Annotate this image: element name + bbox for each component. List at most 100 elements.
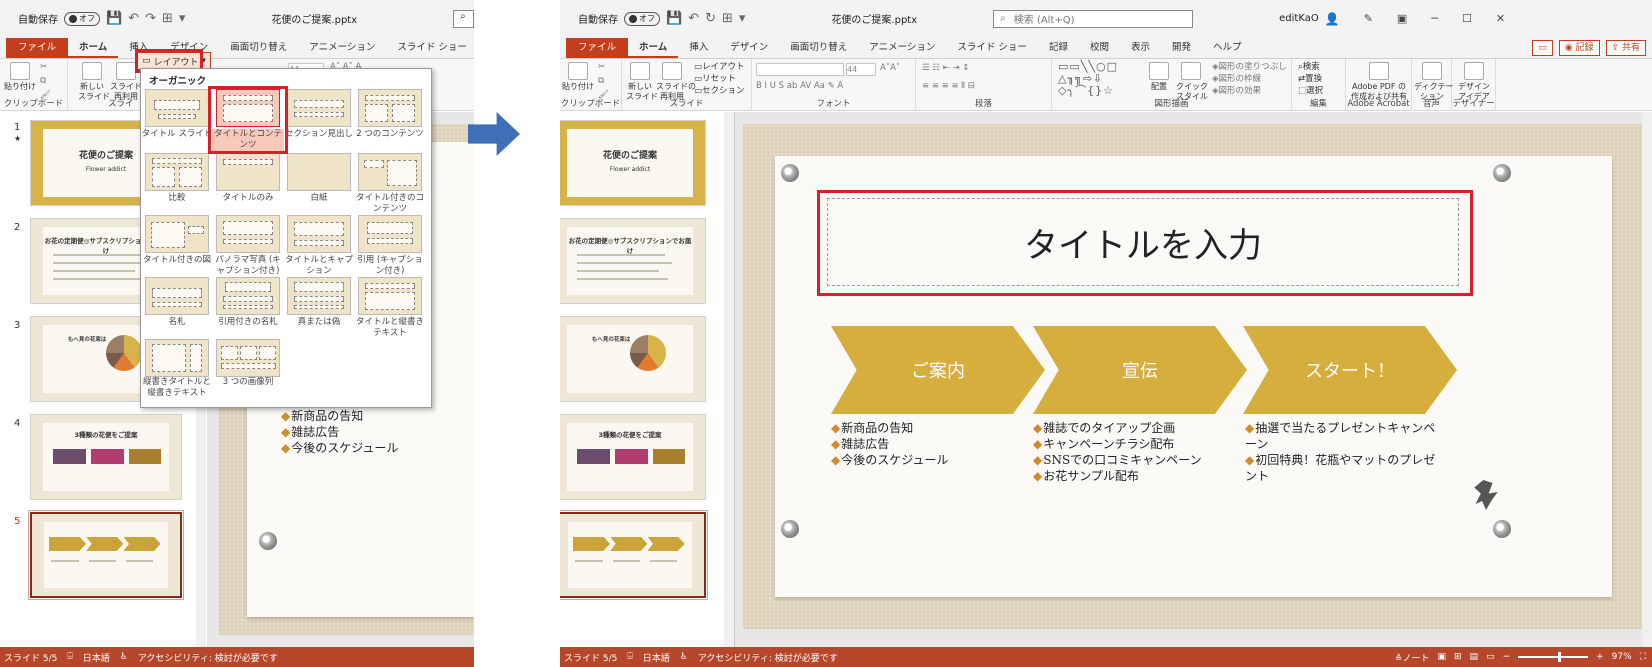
ribbon-display-icon[interactable]: ▣ bbox=[1397, 12, 1407, 25]
present-icon[interactable]: ⊞ bbox=[722, 11, 733, 26]
create-pdf-button[interactable]: Adobe PDF の 作成および共有 bbox=[1348, 62, 1410, 102]
paste-button[interactable]: 貼り付け bbox=[562, 62, 594, 92]
tab-animations[interactable]: アニメーション bbox=[858, 38, 946, 58]
tab-transitions[interactable]: 画面切り替え bbox=[779, 38, 858, 58]
present-icon[interactable]: ⊞ bbox=[162, 11, 173, 26]
layout-title-slide[interactable] bbox=[145, 89, 209, 127]
zoom-level[interactable]: 97% bbox=[1612, 652, 1632, 662]
notes-button[interactable]: ≙ノート bbox=[1395, 651, 1430, 664]
new-slide-button[interactable]: 新しい スライド bbox=[78, 62, 110, 102]
replace-button[interactable]: ⇄置換 bbox=[1298, 73, 1322, 85]
chevron-arrow-2[interactable]: 宣伝 bbox=[1033, 326, 1247, 414]
shape-fill-button[interactable]: ◈図形の塗りつぶし bbox=[1212, 61, 1287, 73]
shapes-gallery[interactable]: ▭▭╲╲○□ △╖╗⇨⇩ ◇╮⌒{}☆ bbox=[1058, 61, 1118, 97]
tab-slideshow[interactable]: スライド ショー bbox=[946, 38, 1038, 58]
quick-styles-button[interactable]: クイック スタイル bbox=[1176, 62, 1208, 102]
copy-icon[interactable]: ⧉ bbox=[40, 75, 46, 87]
tab-design[interactable]: デザイン bbox=[719, 38, 779, 58]
tab-review[interactable]: 校閲 bbox=[1079, 38, 1120, 58]
zoom-out-icon[interactable]: − bbox=[1503, 652, 1511, 662]
bullet-list-1[interactable]: 新商品の告知雑誌広告今後のスケジュール bbox=[831, 420, 948, 468]
save-icon[interactable]: 💾 bbox=[106, 11, 122, 26]
bullet-list-3[interactable]: 抽選で当たるプレゼントキャンペーン初回特典！花瓶やマットのプレゼント bbox=[1245, 420, 1445, 484]
font-format-icons[interactable]: B I U S ab AV Aa ✎ A bbox=[756, 80, 843, 92]
autosave-toggle[interactable]: オフ bbox=[624, 11, 660, 26]
grow-font-icon[interactable]: A˄A˅ bbox=[880, 62, 900, 74]
layout-comparison[interactable] bbox=[145, 153, 209, 191]
layout-quote-with-caption[interactable] bbox=[358, 215, 422, 253]
slide-thumbnail-2[interactable]: お花の定期便◎サブスクリプションでお届け bbox=[560, 218, 706, 304]
reading-view-icon[interactable]: ▤ bbox=[1470, 652, 1479, 662]
copy-icon[interactable]: ⧉ bbox=[598, 75, 604, 87]
spellcheck-icon[interactable]: ⌹ bbox=[67, 652, 72, 662]
slide-thumbnail-4[interactable]: 3種類の花便をご提案 bbox=[560, 414, 706, 500]
slide-sorter-icon[interactable]: ⊞ bbox=[1454, 652, 1462, 662]
chevron-arrow-1[interactable]: ご案内 bbox=[831, 326, 1045, 414]
zoom-in-icon[interactable]: + bbox=[1596, 652, 1604, 662]
canvas-scrollbar[interactable] bbox=[1642, 112, 1652, 647]
language-indicator[interactable]: 日本語 bbox=[83, 651, 110, 664]
zoom-slider[interactable] bbox=[1518, 652, 1589, 662]
find-button[interactable]: ⌕検索 bbox=[1298, 61, 1320, 73]
layout-three-picture-columns[interactable] bbox=[216, 339, 280, 377]
tab-slideshow[interactable]: スライド ショー bbox=[386, 38, 474, 58]
layout-picture-with-caption[interactable] bbox=[145, 215, 209, 253]
tab-help[interactable]: ヘルプ bbox=[1202, 38, 1253, 58]
layout-panoramic-picture[interactable] bbox=[216, 215, 280, 253]
align-icons[interactable]: ≡ ≡ ≡ ≡ ⫴ ⊟ bbox=[922, 80, 975, 92]
normal-view-icon[interactable]: ▣ bbox=[1437, 652, 1446, 662]
autosave-toggle[interactable]: オフ bbox=[64, 11, 100, 26]
pen-icon[interactable]: ✎ bbox=[1364, 12, 1373, 25]
layout-title-only[interactable] bbox=[216, 153, 280, 191]
layout-content-with-caption[interactable] bbox=[358, 153, 422, 191]
document-title[interactable]: 花便のご提案.pptx bbox=[271, 11, 357, 26]
layout-button[interactable]: ▭レイアウト bbox=[694, 61, 745, 73]
slide-thumbnail-5[interactable] bbox=[28, 510, 184, 600]
comments-icon[interactable]: ▭ bbox=[1532, 40, 1553, 56]
tab-developer[interactable]: 開発 bbox=[1161, 38, 1202, 58]
redo-icon[interactable]: ↷ bbox=[145, 11, 156, 26]
layout-section-header[interactable] bbox=[287, 89, 351, 127]
share-button[interactable]: ⇪ 共有 bbox=[1605, 40, 1646, 56]
slideshow-icon[interactable]: ▭ bbox=[1486, 652, 1495, 662]
accessibility-status[interactable]: アクセシビリティ: 検討が必要です bbox=[138, 651, 278, 664]
new-slide-button[interactable]: 新しい スライド bbox=[626, 62, 658, 102]
layout-name-card[interactable] bbox=[145, 277, 209, 315]
layout-vertical-title-text[interactable] bbox=[145, 339, 209, 377]
select-button[interactable]: ⬚選択 bbox=[1298, 85, 1323, 97]
list-icons[interactable]: ☰ ☷ ⇤ ⇥ ↕ bbox=[922, 62, 969, 74]
slide-thumbnail-1[interactable]: 花便のご提案 Flower addict bbox=[560, 120, 706, 206]
chevron-arrow-3[interactable]: スタート！ bbox=[1243, 326, 1457, 414]
save-icon[interactable]: 💾 bbox=[666, 11, 682, 26]
font-name-box[interactable] bbox=[756, 63, 844, 76]
layout-title-vertical-text[interactable] bbox=[358, 277, 422, 315]
bullet-list-2[interactable]: 雑誌でのタイアップ企画キャンペーンチラシ配布SNSでの口コミキャンペーンお花サン… bbox=[1033, 420, 1201, 484]
layout-true-or-false[interactable] bbox=[287, 277, 351, 315]
record-button[interactable]: ◉ 記録 bbox=[1558, 40, 1600, 56]
tab-home[interactable]: ホーム bbox=[628, 38, 679, 58]
document-title[interactable]: 花便のご提案.pptx bbox=[831, 11, 917, 26]
fit-slide-icon[interactable]: ⛶ bbox=[1640, 652, 1646, 662]
tab-view[interactable]: 表示 bbox=[1120, 38, 1161, 58]
customize-qat-icon[interactable]: ▾ bbox=[179, 11, 186, 26]
customize-qat-icon[interactable]: ▾ bbox=[739, 11, 746, 26]
font-size-box[interactable]: 44 bbox=[846, 63, 876, 76]
user-name[interactable]: editKaO bbox=[1279, 13, 1319, 24]
paste-button[interactable]: 貼り付け bbox=[4, 62, 36, 92]
cut-icon[interactable]: ✂ bbox=[40, 61, 47, 73]
shape-effects-button[interactable]: ◈図形の効果 bbox=[1212, 85, 1261, 97]
redo-icon[interactable]: ↻ bbox=[705, 11, 716, 26]
undo-icon[interactable]: ↶ bbox=[688, 11, 699, 26]
layout-two-content[interactable] bbox=[358, 89, 422, 127]
accessibility-status[interactable]: アクセシビリティ: 検討が必要です bbox=[698, 651, 838, 664]
slide-thumbnail-3[interactable]: もへ見の花束は bbox=[560, 316, 706, 402]
slide-thumbnail-4[interactable]: 3種類の花便をご提案 bbox=[30, 414, 182, 500]
undo-icon[interactable]: ↶ bbox=[128, 11, 139, 26]
tab-home[interactable]: ホーム bbox=[68, 38, 119, 58]
search-box[interactable]: ⌕ bbox=[453, 9, 474, 28]
minimize-icon[interactable]: ─ bbox=[1431, 12, 1438, 25]
avatar[interactable]: 👤 bbox=[1325, 12, 1340, 26]
tab-file[interactable]: ファイル bbox=[566, 38, 629, 58]
tab-transitions[interactable]: 画面切り替え bbox=[219, 38, 298, 58]
layout-blank[interactable] bbox=[287, 153, 351, 191]
